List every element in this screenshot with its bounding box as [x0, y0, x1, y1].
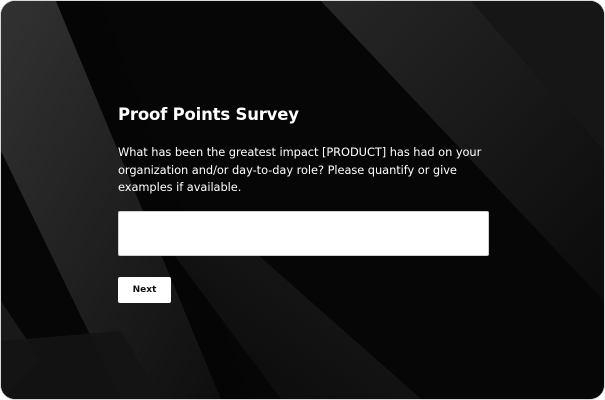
- survey-title: Proof Points Survey: [118, 105, 299, 124]
- survey-window: Proof Points Survey What has been the gr…: [1, 1, 604, 399]
- survey-content: Proof Points Survey What has been the gr…: [118, 104, 490, 303]
- answer-input[interactable]: [118, 210, 489, 256]
- next-button[interactable]: Next: [118, 276, 171, 303]
- question-text: What has been the greatest impact [PRODU…: [118, 145, 482, 194]
